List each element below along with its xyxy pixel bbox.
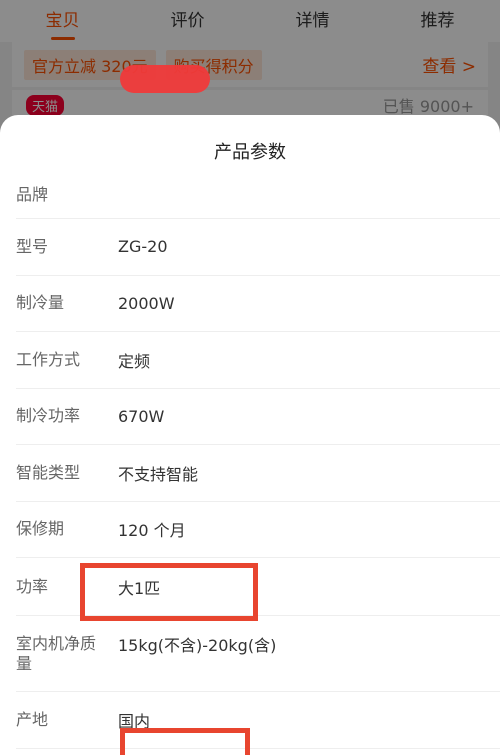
param-label: 智能类型 <box>16 462 81 482</box>
param-row-brand: 品牌 <box>16 171 500 219</box>
sheet-title: 产品参数 <box>214 142 286 163</box>
power-highlight-box <box>80 563 258 621</box>
param-label: 型号 <box>16 236 49 256</box>
param-label: 产地 <box>16 709 49 729</box>
param-label: 品牌 <box>16 184 49 204</box>
param-value: 670W <box>118 406 165 426</box>
param-row-cooling-capacity: 制冷量 2000W <box>16 276 500 332</box>
param-row-indoor-weight: 室内机净质量 15kg(不含)-20kg(含) <box>16 616 500 692</box>
param-value: 15kg(不含)-20kg(含) <box>118 635 277 655</box>
param-row-model: 型号 ZG-20 <box>16 219 500 276</box>
param-value: 不支持智能 <box>118 464 199 484</box>
param-value: ZG-20 <box>118 237 168 257</box>
param-row-warranty: 保修期 120 个月 <box>16 502 500 558</box>
param-row-cooling-power: 制冷功率 670W <box>16 389 500 445</box>
param-value: 定频 <box>118 351 151 371</box>
param-row-origin: 产地 国内 <box>16 692 500 749</box>
brand-redaction-mark <box>120 65 210 93</box>
param-label: 室内机净质量 <box>16 633 97 673</box>
origin-highlight-box <box>120 728 250 755</box>
param-label: 工作方式 <box>16 349 81 369</box>
param-label: 制冷量 <box>16 293 65 313</box>
params-list: 品牌 型号 ZG-20 制冷量 2000W 工作方式 定频 制冷功率 670W … <box>0 171 500 749</box>
param-label: 保修期 <box>16 519 65 539</box>
param-value: 2000W <box>118 293 175 313</box>
product-params-sheet: 产品参数 品牌 型号 ZG-20 制冷量 2000W 工作方式 定频 制冷功率 … <box>0 115 500 755</box>
param-row-smart-type: 智能类型 不支持智能 <box>16 445 500 502</box>
param-row-work-mode: 工作方式 定频 <box>16 332 500 389</box>
param-value: 120 个月 <box>118 521 186 541</box>
param-label: 制冷功率 <box>16 406 81 426</box>
